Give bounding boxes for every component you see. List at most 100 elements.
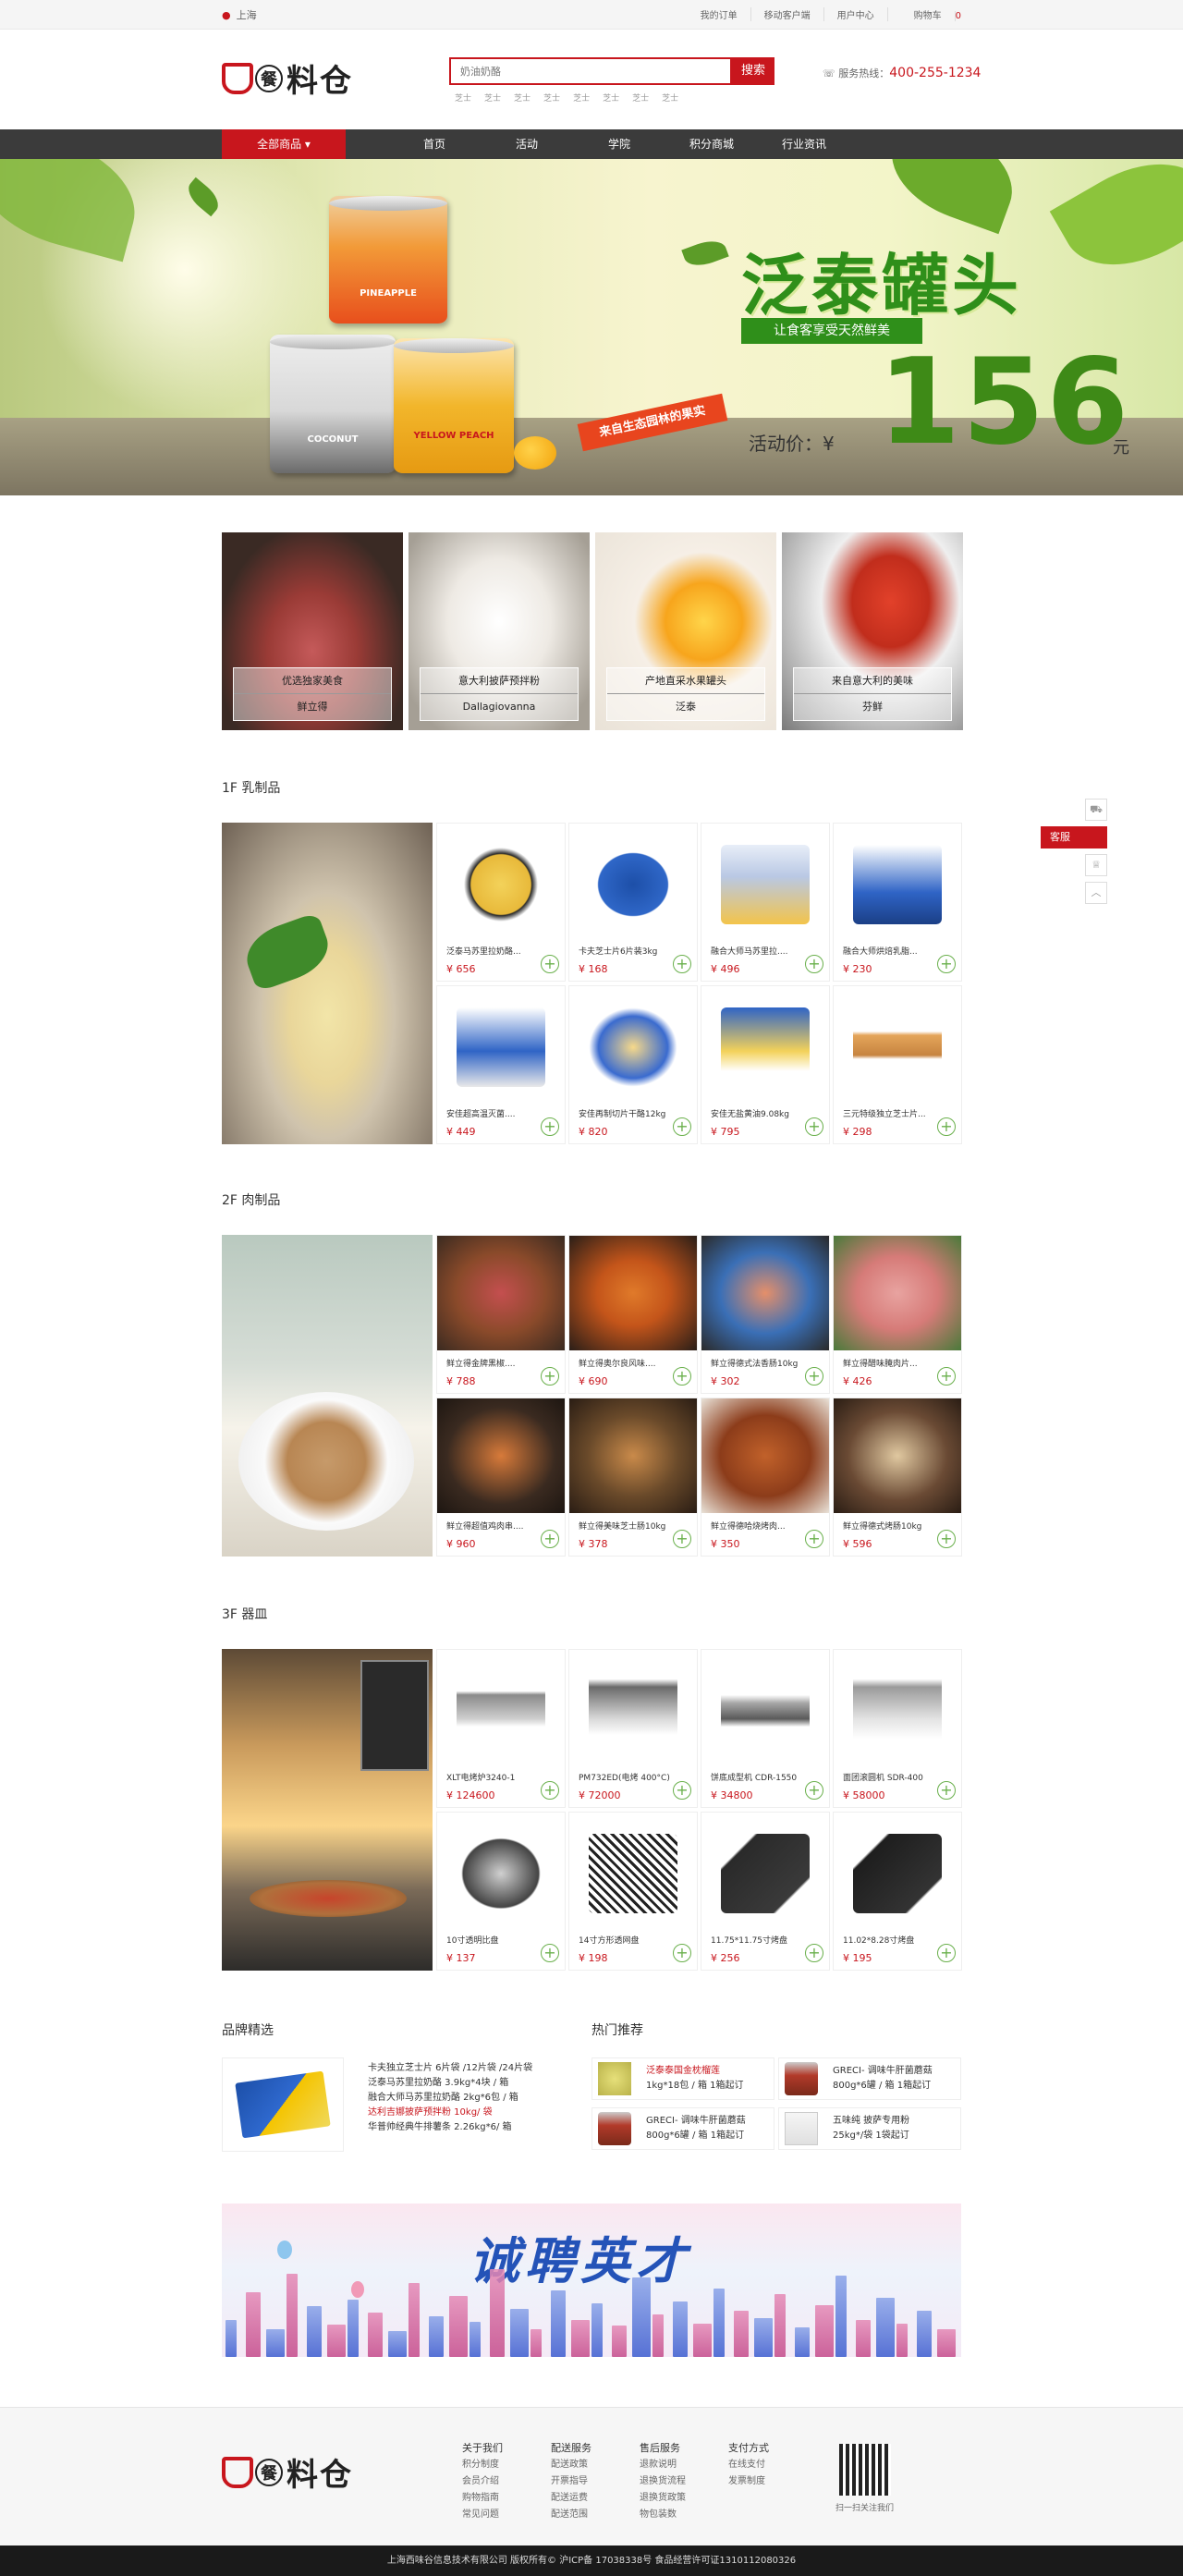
floor-1-hero-cheese-image[interactable]	[222, 823, 433, 1144]
product-name[interactable]: 安佳超高温灭菌....	[446, 1107, 550, 1119]
add-to-cart-icon[interactable]: +	[937, 955, 956, 973]
product-name[interactable]: 卡夫芝士片6片装3kg	[579, 945, 682, 957]
brand-item[interactable]: 华普帅经典牛排薯条 2.26kg*6/ 箱	[368, 2120, 532, 2135]
add-to-cart-icon[interactable]: +	[673, 1367, 691, 1386]
product-name[interactable]: 14寸方形透网盘	[579, 1934, 682, 1946]
add-to-cart-icon[interactable]: +	[541, 1944, 559, 1962]
product-card-meat[interactable]: 鲜立得德式烤肠10kg ¥ 596 +	[833, 1398, 962, 1557]
add-to-cart-icon[interactable]: +	[937, 1117, 956, 1136]
product-name[interactable]: 鲜立得德式烤肠10kg	[843, 1520, 946, 1532]
product-card-dairy[interactable]: 卡夫芝士片6片装3kg ¥ 168 +	[568, 823, 698, 982]
product-card-meat[interactable]: 鲜立得德式法香肠10kg ¥ 302 +	[701, 1235, 830, 1394]
footer-logo[interactable]: 餐 料仓	[222, 2449, 353, 2495]
product-name[interactable]: 鲜立得美味芝士肠10kg	[579, 1520, 682, 1532]
add-to-cart-icon[interactable]: +	[937, 1367, 956, 1386]
featured-card[interactable]: 来自意大利的美味 芬鲜	[782, 532, 963, 730]
product-card-equipment[interactable]: 饼底成型机 CDR-1550 ¥ 34800 +	[701, 1649, 830, 1808]
product-card-equipment[interactable]: 14寸方形透网盘 ¥ 198 +	[568, 1812, 698, 1971]
product-card-dairy[interactable]: 三元特级独立芝士片... ¥ 298 +	[833, 985, 962, 1144]
product-name[interactable]: 安佳再制切片干酪12kg	[579, 1107, 682, 1119]
location-selector[interactable]: ● 上海	[222, 7, 257, 22]
add-to-cart-icon[interactable]: +	[541, 1530, 559, 1548]
featured-card[interactable]: 产地直采水果罐头 泛泰	[595, 532, 776, 730]
site-logo[interactable]: 餐 料仓	[222, 55, 353, 101]
hot-item[interactable]: 五味纯 披萨专用粉 25kg*/袋 1袋起订	[778, 2107, 961, 2150]
add-to-cart-icon[interactable]: +	[805, 1117, 823, 1136]
product-card-meat[interactable]: 鲜立得超值鸡肉串.... ¥ 960 +	[436, 1398, 566, 1557]
product-name[interactable]: 安佳无盐黄油9.08kg	[711, 1107, 814, 1119]
product-name[interactable]: 融合大师马苏里拉....	[711, 945, 814, 957]
add-to-cart-icon[interactable]: +	[805, 1367, 823, 1386]
hotword[interactable]: 芝士	[632, 92, 649, 104]
floor-2-hero-meat-image[interactable]	[222, 1235, 433, 1557]
nav-industry-news[interactable]: 行业资讯	[758, 129, 850, 159]
back-to-top-icon[interactable]: ︿	[1085, 882, 1107, 904]
product-name[interactable]: 泛泰马苏里拉奶酪...	[446, 945, 550, 957]
product-name[interactable]: 饼底成型机 CDR-1550	[711, 1771, 814, 1783]
nav-home[interactable]: 首页	[388, 129, 481, 159]
add-to-cart-icon[interactable]: +	[805, 1530, 823, 1548]
featured-card[interactable]: 意大利披萨预拌粉 Dallagiovanna	[409, 532, 590, 730]
add-to-cart-icon[interactable]: +	[805, 1781, 823, 1800]
hotword[interactable]: 芝士	[662, 92, 678, 104]
featured-card[interactable]: 优选独家美食 鲜立得	[222, 532, 403, 730]
hotword[interactable]: 芝士	[543, 92, 560, 104]
product-card-dairy[interactable]: 融合大师烘焙乳脂... ¥ 230 +	[833, 823, 962, 982]
product-name[interactable]: 鲜立得德哈烧烤肉...	[711, 1520, 814, 1532]
product-card-equipment[interactable]: 面团滚圆机 SDR-400 ¥ 58000 +	[833, 1649, 962, 1808]
product-card-meat[interactable]: 鲜立得醋味腌肉片... ¥ 426 +	[833, 1235, 962, 1394]
add-to-cart-icon[interactable]: +	[541, 1367, 559, 1386]
hotword[interactable]: 芝士	[514, 92, 531, 104]
add-to-cart-icon[interactable]: +	[937, 1944, 956, 1962]
product-name[interactable]: PM732ED(电烤 400°C)	[579, 1771, 682, 1783]
customer-service-button[interactable]: 客服	[1041, 826, 1107, 848]
link-my-orders[interactable]: 我的订单	[688, 7, 751, 21]
hotword[interactable]: 芝士	[484, 92, 501, 104]
recruit-banner[interactable]: 诚聘英才	[222, 2204, 961, 2357]
cart-icon[interactable]: ⛟	[1085, 799, 1107, 821]
product-name[interactable]: 面团滚圆机 SDR-400	[843, 1771, 946, 1783]
product-card-equipment[interactable]: XLT电烤炉3240-1 ¥ 124600 +	[436, 1649, 566, 1808]
product-name[interactable]: 鲜立得超值鸡肉串....	[446, 1520, 550, 1532]
product-card-equipment[interactable]: PM732ED(电烤 400°C) ¥ 72000 +	[568, 1649, 698, 1808]
hotword[interactable]: 芝士	[573, 92, 590, 104]
add-to-cart-icon[interactable]: +	[541, 1781, 559, 1800]
search-input[interactable]	[449, 57, 732, 85]
product-card-meat[interactable]: 鲜立得奥尔良风味.... ¥ 690 +	[568, 1235, 698, 1394]
product-card-dairy[interactable]: 安佳超高温灭菌.... ¥ 449 +	[436, 985, 566, 1144]
product-card-meat[interactable]: 鲜立得美味芝士肠10kg ¥ 378 +	[568, 1398, 698, 1557]
hotword[interactable]: 芝士	[455, 92, 471, 104]
product-card-equipment[interactable]: 10寸透明比盘 ¥ 137 +	[436, 1812, 566, 1971]
add-to-cart-icon[interactable]: +	[541, 955, 559, 973]
hot-item[interactable]: GRECI- 调味牛肝菌蘑菇 800g*6罐 / 箱 1箱起订	[592, 2107, 774, 2150]
add-to-cart-icon[interactable]: +	[937, 1781, 956, 1800]
nav-points-mall[interactable]: 积分商城	[665, 129, 758, 159]
link-mobile-client[interactable]: 移动客户端	[751, 7, 824, 21]
product-name[interactable]: 11.75*11.75寸烤盘	[711, 1934, 814, 1946]
product-name[interactable]: 鲜立得金牌黑椒....	[446, 1357, 550, 1369]
add-to-cart-icon[interactable]: +	[805, 1944, 823, 1962]
search-button[interactable]: 搜索	[732, 57, 774, 85]
add-to-cart-icon[interactable]: +	[937, 1530, 956, 1548]
brand-image[interactable]	[222, 2057, 344, 2152]
link-user-center[interactable]: 用户中心	[824, 7, 888, 21]
nav-academy[interactable]: 学院	[573, 129, 665, 159]
product-card-meat[interactable]: 鲜立得德哈烧烤肉... ¥ 350 +	[701, 1398, 830, 1557]
add-to-cart-icon[interactable]: +	[673, 1781, 691, 1800]
product-name[interactable]: 鲜立得醋味腌肉片...	[843, 1357, 946, 1369]
hot-item[interactable]: GRECI- 调味牛肝菌蘑菇 800g*6罐 / 箱 1箱起订	[778, 2057, 961, 2100]
add-to-cart-icon[interactable]: +	[805, 955, 823, 973]
brand-item[interactable]: 达利吉娜披萨预拌粉 10kg/ 袋	[368, 2106, 532, 2120]
add-to-cart-icon[interactable]: +	[673, 955, 691, 973]
hot-item[interactable]: 泛泰泰国金枕榴莲 1kg*18包 / 箱 1箱起订	[592, 2057, 774, 2100]
product-name[interactable]: 三元特级独立芝士片...	[843, 1107, 946, 1119]
link-cart[interactable]: 购物车 0	[888, 7, 961, 21]
add-to-cart-icon[interactable]: +	[541, 1117, 559, 1136]
product-card-meat[interactable]: 鲜立得金牌黑椒.... ¥ 788 +	[436, 1235, 566, 1394]
all-categories-button[interactable]: 全部商品 ▾	[222, 129, 346, 159]
crown-icon[interactable]: ♕	[1085, 854, 1107, 876]
add-to-cart-icon[interactable]: +	[673, 1117, 691, 1136]
product-name[interactable]: 11.02*8.28寸烤盘	[843, 1934, 946, 1946]
floor-3-hero-oven-image[interactable]	[222, 1649, 433, 1971]
product-card-dairy[interactable]: 安佳无盐黄油9.08kg ¥ 795 +	[701, 985, 830, 1144]
